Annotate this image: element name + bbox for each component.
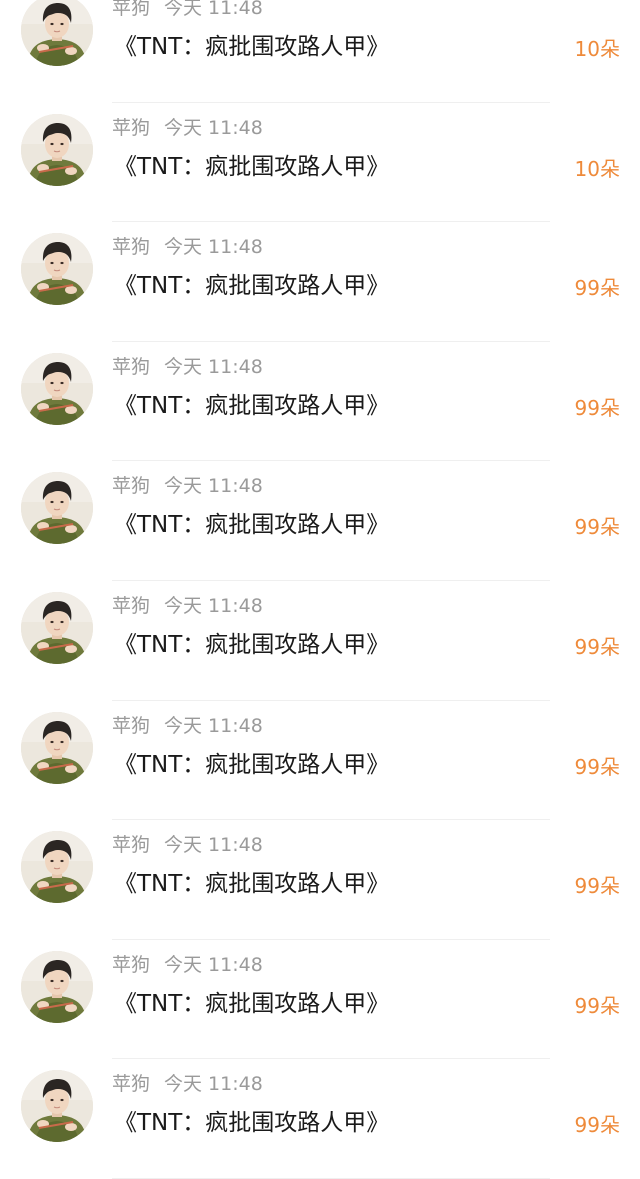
avatar-photo-icon: [21, 472, 93, 545]
list-item[interactable]: 苹狗 今天 11:48 《TNT：疯批围攻路人甲》 99朵: [0, 342, 640, 462]
timestamp: 今天 11:48: [164, 834, 263, 857]
record-meta: 苹狗 今天 11:48: [112, 115, 263, 141]
gift-count: 10朵: [574, 156, 620, 181]
username: 苹狗: [112, 236, 151, 259]
book-title[interactable]: 《TNT：疯批围攻路人甲》: [114, 629, 389, 661]
avatar[interactable]: [21, 1070, 93, 1143]
record-meta: 苹狗 今天 11:48: [112, 832, 263, 858]
record-meta: 苹狗 今天 11:48: [112, 234, 263, 260]
avatar[interactable]: [21, 950, 93, 1023]
avatar[interactable]: [21, 352, 93, 425]
book-title[interactable]: 《TNT：疯批围攻路人甲》: [114, 868, 389, 900]
book-title[interactable]: 《TNT：疯批围攻路人甲》: [114, 988, 389, 1020]
gift-count: 99朵: [574, 395, 620, 420]
avatar-photo-icon: [21, 233, 93, 306]
list-item[interactable]: 苹狗 今天 11:48 《TNT：疯批围攻路人甲》 10朵: [0, 103, 640, 223]
gift-count: 99朵: [574, 1113, 620, 1138]
avatar-photo-icon: [21, 1070, 93, 1143]
list-item[interactable]: 苹狗 今天 11:48 《TNT：疯批围攻路人甲》 99朵: [0, 1059, 640, 1179]
avatar[interactable]: [21, 591, 93, 664]
record-meta: 苹狗 今天 11:48: [112, 473, 263, 499]
gift-count: 99朵: [574, 754, 620, 779]
record-meta: 苹狗 今天 11:48: [112, 354, 263, 380]
username: 苹狗: [112, 0, 151, 19]
username: 苹狗: [112, 355, 151, 378]
book-title[interactable]: 《TNT：疯批围攻路人甲》: [114, 749, 389, 781]
timestamp: 今天 11:48: [164, 475, 263, 498]
avatar-photo-icon: [21, 113, 93, 186]
avatar[interactable]: [21, 472, 93, 545]
avatar-photo-icon: [21, 0, 93, 66]
book-title[interactable]: 《TNT：疯批围攻路人甲》: [114, 1107, 389, 1139]
avatar[interactable]: [21, 711, 93, 784]
gift-count: 99朵: [574, 515, 620, 540]
username: 苹狗: [112, 834, 151, 857]
avatar-photo-icon: [21, 711, 93, 784]
record-meta: 苹狗 今天 11:48: [112, 1071, 263, 1097]
list-item[interactable]: 苹狗 今天 11:48 《TNT：疯批围攻路人甲》 99朵: [0, 701, 640, 821]
avatar-photo-icon: [21, 352, 93, 425]
username: 苹狗: [112, 594, 151, 617]
timestamp: 今天 11:48: [164, 0, 263, 19]
avatar[interactable]: [21, 233, 93, 306]
record-meta: 苹狗 今天 11:48: [112, 713, 263, 739]
book-title[interactable]: 《TNT：疯批围攻路人甲》: [114, 509, 389, 541]
avatar[interactable]: [21, 113, 93, 186]
timestamp: 今天 11:48: [164, 355, 263, 378]
timestamp: 今天 11:48: [164, 953, 263, 976]
list-item[interactable]: 苹狗 今天 11:48 《TNT：疯批围攻路人甲》 99朵: [0, 940, 640, 1060]
record-meta: 苹狗 今天 11:48: [112, 0, 263, 21]
avatar-photo-icon: [21, 950, 93, 1023]
avatar-photo-icon: [21, 591, 93, 664]
gift-count: 99朵: [574, 634, 620, 659]
timestamp: 今天 11:48: [164, 1073, 263, 1096]
list-item[interactable]: 苹狗 今天 11:48 《TNT：疯批围攻路人甲》 99朵: [0, 581, 640, 701]
timestamp: 今天 11:48: [164, 116, 263, 139]
gift-count: 99朵: [574, 874, 620, 899]
record-meta: 苹狗 今天 11:48: [112, 593, 263, 619]
book-title[interactable]: 《TNT：疯批围攻路人甲》: [114, 151, 389, 183]
username: 苹狗: [112, 714, 151, 737]
book-title[interactable]: 《TNT：疯批围攻路人甲》: [114, 390, 389, 422]
username: 苹狗: [112, 1073, 151, 1096]
list-item[interactable]: 苹狗 今天 11:48 《TNT：疯批围攻路人甲》 10朵: [0, 0, 640, 103]
timestamp: 今天 11:48: [164, 236, 263, 259]
username: 苹狗: [112, 953, 151, 976]
timestamp: 今天 11:48: [164, 714, 263, 737]
timestamp: 今天 11:48: [164, 594, 263, 617]
avatar[interactable]: [21, 0, 93, 66]
book-title[interactable]: 《TNT：疯批围攻路人甲》: [114, 31, 389, 63]
gift-record-list: 苹狗 今天 11:48 《TNT：疯批围攻路人甲》 10朵 苹狗 今天 11:4…: [0, 0, 640, 1179]
book-title[interactable]: 《TNT：疯批围攻路人甲》: [114, 270, 389, 302]
record-meta: 苹狗 今天 11:48: [112, 952, 263, 978]
username: 苹狗: [112, 116, 151, 139]
list-item[interactable]: 苹狗 今天 11:48 《TNT：疯批围攻路人甲》 99朵: [0, 461, 640, 581]
list-item[interactable]: 苹狗 今天 11:48 《TNT：疯批围攻路人甲》 99朵: [0, 820, 640, 940]
avatar[interactable]: [21, 831, 93, 904]
gift-count: 99朵: [574, 993, 620, 1018]
avatar-photo-icon: [21, 831, 93, 904]
list-item[interactable]: 苹狗 今天 11:48 《TNT：疯批围攻路人甲》 99朵: [0, 222, 640, 342]
gift-count: 99朵: [574, 276, 620, 301]
gift-count: 10朵: [574, 37, 620, 61]
username: 苹狗: [112, 475, 151, 498]
